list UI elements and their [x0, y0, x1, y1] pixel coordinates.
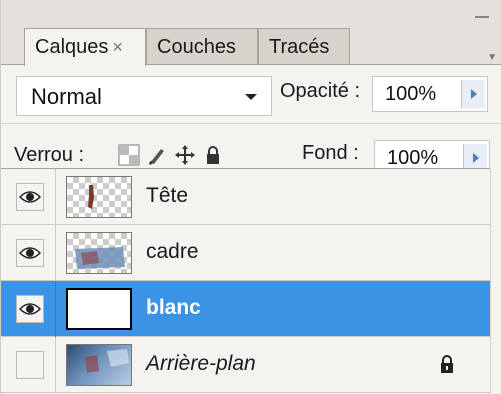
layers-panel: Calques × Couches Tracés ▼ Normal Opacit… [0, 0, 501, 394]
layer-row-blanc[interactable]: blanc [0, 281, 490, 337]
cadre-thumbnail-icon [75, 247, 125, 269]
fill-value: 100% [387, 147, 439, 169]
layer-thumbnail[interactable] [66, 176, 132, 218]
layers-scrollbar[interactable] [490, 168, 501, 394]
layer-name[interactable]: Arrière-plan [146, 352, 256, 376]
opacity-field[interactable]: 100% [372, 76, 488, 112]
visibility-cell[interactable] [0, 337, 56, 393]
lock-move-icon[interactable] [174, 144, 196, 166]
tab-calques[interactable]: Calques × [24, 28, 146, 66]
lock-transparent-icon[interactable] [118, 144, 140, 166]
layer-name[interactable]: cadre [146, 240, 199, 264]
tab-traces-label: Tracés [269, 35, 330, 58]
layer-name[interactable]: Tête [146, 184, 188, 208]
visibility-toggle[interactable] [16, 295, 44, 323]
tab-couches-label: Couches [157, 35, 236, 58]
lock-label: Verrou : [14, 144, 85, 166]
close-icon[interactable]: × [112, 37, 123, 58]
tab-traces[interactable]: Tracés [258, 28, 350, 65]
layer-thumbnail[interactable] [66, 288, 132, 330]
lock-icon [441, 355, 453, 373]
dropdown-arrow-icon [245, 94, 257, 100]
layers-list: Tête cadre blanc Arrière-plan [0, 168, 501, 394]
tab-calques-label: Calques [35, 36, 109, 58]
visibility-toggle[interactable] [16, 183, 44, 211]
opacity-slider-button[interactable] [461, 80, 485, 108]
blend-mode-value: Normal [31, 84, 102, 109]
tab-couches[interactable]: Couches [146, 28, 258, 65]
blend-mode-select[interactable]: Normal [16, 76, 272, 116]
layer-row-cadre[interactable]: cadre [0, 225, 490, 281]
lock-all-icon[interactable] [202, 144, 224, 166]
visibility-cell[interactable] [0, 225, 56, 281]
background-thumbnail-icon [85, 349, 129, 373]
layer-thumbnail[interactable] [66, 232, 132, 274]
eye-icon [19, 247, 41, 259]
panel-menu-icon[interactable]: ▼ [487, 52, 497, 63]
options-divider [0, 123, 501, 124]
visibility-toggle[interactable] [16, 239, 44, 267]
layer-row-arriere-plan[interactable]: Arrière-plan [0, 337, 490, 393]
tete-thumbnail-icon [88, 185, 94, 209]
visibility-toggle[interactable] [16, 351, 44, 379]
visibility-cell[interactable] [0, 281, 56, 337]
collapse-icon[interactable] [475, 16, 489, 18]
panel-tab-bar: Calques × Couches Tracés ▼ [0, 0, 501, 66]
visibility-cell[interactable] [0, 169, 56, 225]
layer-name[interactable]: blanc [146, 296, 201, 320]
lock-brush-icon[interactable] [146, 144, 168, 166]
eye-icon [19, 191, 41, 203]
opacity-value: 100% [385, 83, 437, 105]
layer-row-tete[interactable]: Tête [0, 169, 490, 225]
opacity-label: Opacité : [280, 80, 361, 102]
fill-label: Fond : [302, 142, 359, 164]
eye-icon [19, 303, 41, 315]
layer-thumbnail[interactable] [66, 344, 132, 386]
